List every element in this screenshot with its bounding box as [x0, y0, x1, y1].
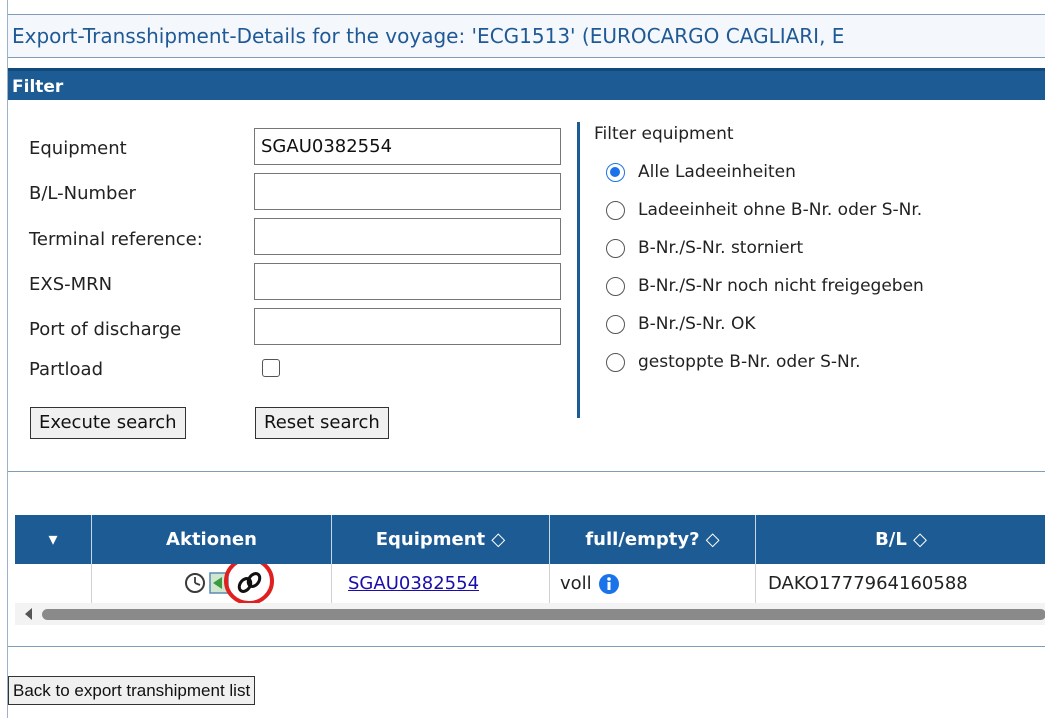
- clock-icon[interactable]: [185, 573, 205, 593]
- filter-divider: [577, 122, 580, 418]
- radio-gestoppt[interactable]: gestoppte B-Nr. oder S-Nr.: [606, 352, 861, 372]
- partload-label: Partload: [29, 359, 104, 380]
- column-header-full-empty[interactable]: full/empty? ◇: [550, 515, 756, 564]
- execute-search-button[interactable]: Execute search: [30, 407, 186, 439]
- full-empty-value: voll: [560, 573, 592, 594]
- radio-ohne-nr[interactable]: Ladeeinheit ohne B-Nr. oder S-Nr.: [606, 200, 922, 220]
- radio-label: gestoppte B-Nr. oder S-Nr.: [638, 352, 861, 372]
- radio-label: Ladeeinheit ohne B-Nr. oder S-Nr.: [638, 200, 923, 220]
- grid-header: ▾ Aktionen Equipment ◇ full/empty? ◇ B/L…: [15, 515, 1045, 564]
- link-icon[interactable]: [237, 571, 262, 593]
- radio-icon[interactable]: [606, 200, 625, 220]
- bl-number-field[interactable]: [254, 173, 561, 210]
- page-title: Export-Transshipment-Details for the voy…: [8, 14, 1045, 58]
- radio-icon[interactable]: [606, 238, 625, 258]
- results-grid: ▾ Aktionen Equipment ◇ full/empty? ◇ B/L…: [8, 500, 1045, 640]
- filter-header: Filter: [8, 68, 1045, 100]
- radio-ok[interactable]: B-Nr./S-Nr. OK: [606, 314, 755, 334]
- equipment-field[interactable]: [254, 128, 561, 165]
- radio-alle-ladeeinheiten[interactable]: Alle Ladeeinheiten: [606, 162, 796, 182]
- equipment-cell: SGAU0382554: [332, 564, 550, 603]
- exs-mrn-field[interactable]: [254, 263, 561, 300]
- partload-checkbox[interactable]: [262, 359, 280, 377]
- horizontal-scrollbar[interactable]: [15, 603, 1045, 625]
- equipment-label: Equipment: [29, 138, 127, 159]
- filter-equipment-title: Filter equipment: [594, 124, 734, 144]
- radio-label: B-Nr./S-Nr. storniert: [638, 238, 804, 258]
- column-header-actions: Aktionen: [92, 515, 332, 564]
- column-header-equipment[interactable]: Equipment ◇: [332, 515, 550, 564]
- radio-nicht-freigegeben[interactable]: B-Nr./S-Nr noch nicht freigegeben: [606, 276, 924, 296]
- terminal-reference-field[interactable]: [254, 218, 561, 255]
- radio-icon[interactable]: [606, 276, 625, 296]
- terminal-reference-label: Terminal reference:: [29, 229, 203, 250]
- back-to-list-button[interactable]: Back to export transhipment list: [8, 676, 256, 705]
- filter-panel: Equipment B/L-Number Terminal reference:…: [8, 100, 1045, 472]
- port-of-discharge-label: Port of discharge: [29, 319, 182, 340]
- bl-cell: DAKO1777964160588: [768, 573, 968, 594]
- exs-mrn-label: EXS-MRN: [29, 274, 113, 295]
- column-menu-button[interactable]: ▾: [15, 515, 92, 564]
- radio-label: B-Nr./S-Nr noch nicht freigegeben: [638, 276, 924, 296]
- port-of-discharge-field[interactable]: [254, 308, 561, 345]
- column-header-bl[interactable]: B/L ◇: [756, 515, 1045, 564]
- page-frame: Export-Transshipment-Details for the voy…: [7, 0, 1045, 718]
- bl-number-label: B/L-Number: [29, 183, 136, 204]
- radio-label: B-Nr./S-Nr. OK: [638, 314, 756, 334]
- radio-storniert[interactable]: B-Nr./S-Nr. storniert: [606, 238, 803, 258]
- scroll-thumb[interactable]: [42, 609, 1045, 620]
- radio-icon[interactable]: [606, 352, 625, 372]
- reset-search-button[interactable]: Reset search: [255, 407, 389, 439]
- row-menu-cell: [15, 564, 92, 603]
- scroll-left-icon[interactable]: [25, 608, 32, 620]
- table-row: SGAU0382554 voll DAKO1777964160588: [15, 564, 1045, 603]
- radio-icon[interactable]: [606, 314, 625, 334]
- equipment-link[interactable]: SGAU0382554: [348, 573, 479, 594]
- radio-label: Alle Ladeeinheiten: [638, 162, 796, 182]
- full-empty-cell: voll: [550, 564, 756, 603]
- section-divider: [8, 646, 1045, 647]
- actions-cell: [92, 564, 332, 603]
- radio-selected-icon[interactable]: [606, 162, 625, 182]
- info-icon[interactable]: [598, 573, 620, 595]
